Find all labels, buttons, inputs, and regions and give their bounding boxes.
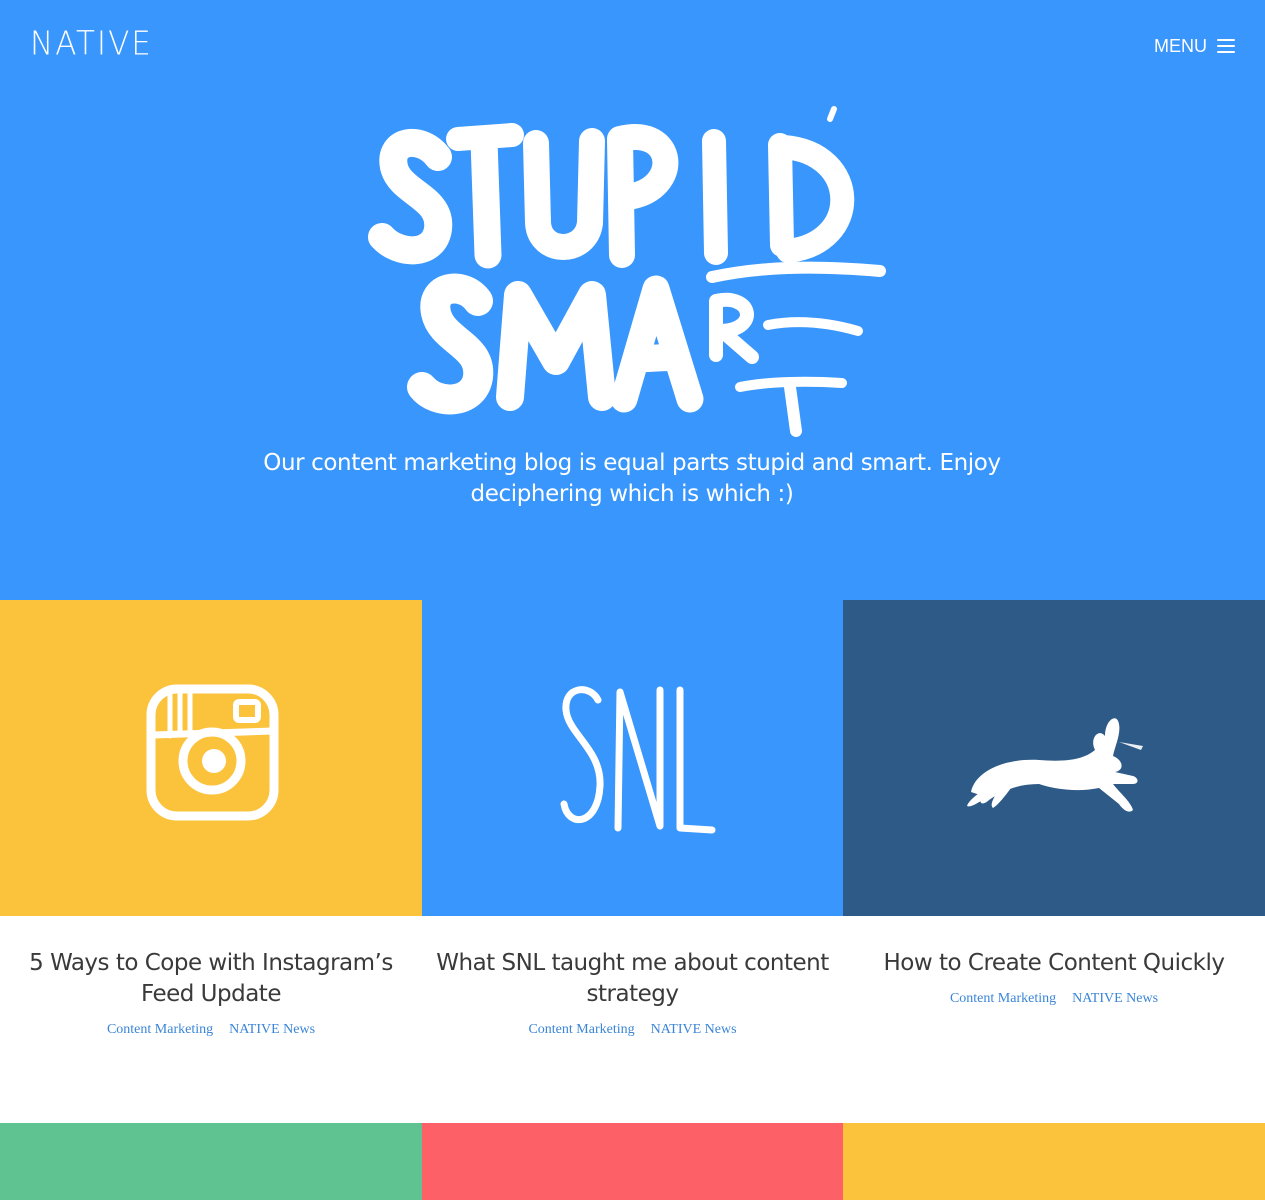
menu-button[interactable]: MENU xyxy=(1154,34,1235,58)
hamburger-icon xyxy=(1217,39,1235,53)
tag-link[interactable]: Content Marketing xyxy=(107,1022,213,1038)
tag-link[interactable]: NATIVE News xyxy=(1072,991,1158,1007)
post-title-rabbit[interactable]: How to Create Content Quickly xyxy=(854,948,1254,979)
tag-link[interactable]: NATIVE News xyxy=(229,1022,315,1038)
post-title-snl[interactable]: What SNL taught me about content strateg… xyxy=(433,948,833,1010)
post-list: 5 Ways to Cope with Instagram’s Feed Upd… xyxy=(0,916,1265,1123)
post-card-rabbit: How to Create Content Quickly Content Ma… xyxy=(843,916,1265,1123)
post-image-instagram[interactable] xyxy=(0,600,422,916)
snl-lettering-icon xyxy=(560,686,716,834)
post-tags: Content Marketing NATIVE News xyxy=(422,1022,843,1038)
hero-tagline: Our content marketing blog is equal part… xyxy=(263,450,1001,507)
instagram-camera-icon xyxy=(146,684,279,821)
tag-link[interactable]: NATIVE News xyxy=(651,1022,737,1038)
post-image-next-2[interactable] xyxy=(422,1123,843,1200)
hero-art-text: STUPID SMART xyxy=(0,0,1,1)
post-title-instagram[interactable]: 5 Ways to Cope with Instagram’s Feed Upd… xyxy=(25,948,397,1010)
post-card-snl: What SNL taught me about content strateg… xyxy=(422,916,843,1123)
tag-link[interactable]: Content Marketing xyxy=(950,991,1056,1007)
post-tags: Content Marketing NATIVE News xyxy=(843,991,1265,1007)
post-tags: Content Marketing NATIVE News xyxy=(0,1022,422,1038)
native-logo[interactable]: NATIVE xyxy=(30,25,153,63)
next-post-row xyxy=(0,1123,1265,1200)
menu-label: MENU xyxy=(1154,35,1207,56)
tag-link[interactable]: Content Marketing xyxy=(528,1022,634,1038)
post-image-row xyxy=(0,600,1265,916)
post-card-instagram: 5 Ways to Cope with Instagram’s Feed Upd… xyxy=(0,916,422,1123)
leaping-rabbit-icon xyxy=(967,718,1143,812)
post-image-snl[interactable] xyxy=(422,600,843,916)
post-image-next-1[interactable] xyxy=(0,1123,422,1200)
stupid-smart-lettering xyxy=(368,106,886,437)
hero-section: NATIVE MENU STUPID SMART xyxy=(0,0,1265,600)
post-image-rabbit[interactable] xyxy=(843,600,1265,916)
post-image-next-3[interactable] xyxy=(843,1123,1265,1200)
